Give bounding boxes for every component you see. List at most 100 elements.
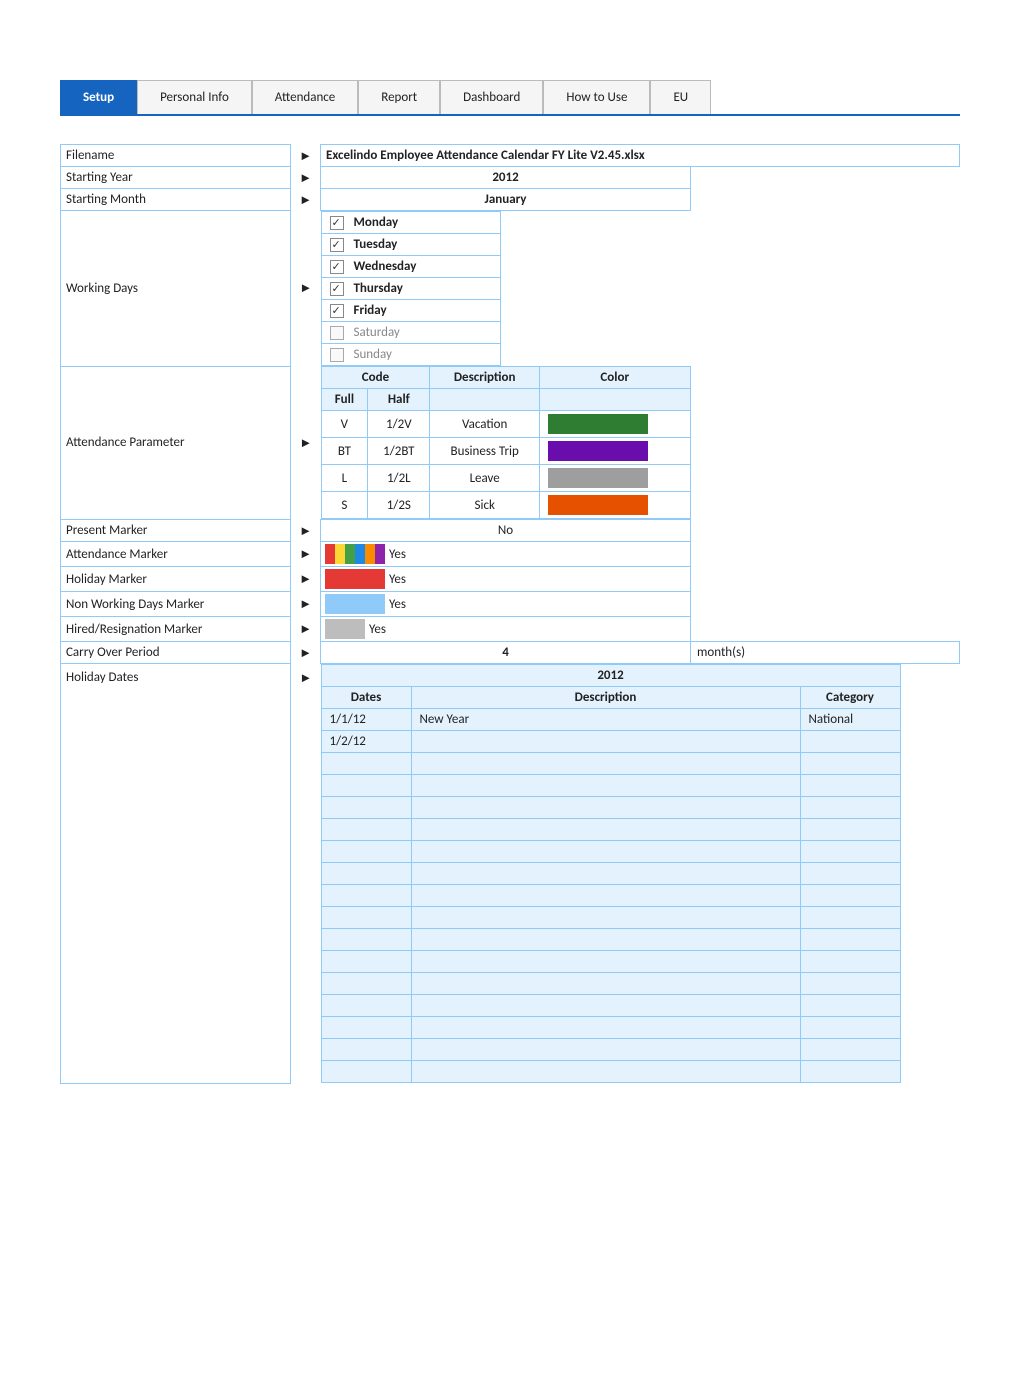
hired-marker-row: Hired/Resignation Marker ► Yes: [61, 617, 960, 642]
present-marker-arrow: ►: [291, 520, 321, 542]
filename-row: Filename ► Excelindo Employee Attendance…: [61, 145, 960, 167]
holiday-date-2[interactable]: 1/2/12: [321, 731, 411, 753]
holiday-row-16: [321, 1039, 900, 1061]
monday-label: Monday: [350, 215, 399, 230]
working-day-tuesday[interactable]: Tuesday: [322, 234, 500, 256]
starting-month-value[interactable]: January: [321, 189, 691, 211]
hired-marker-color: [325, 619, 365, 639]
wednesday-label: Wednesday: [350, 259, 417, 274]
thursday-checkbox[interactable]: [330, 282, 344, 296]
carry-over-num[interactable]: 4: [321, 642, 691, 664]
tab-bar: Setup Personal Info Attendance Report Da…: [60, 80, 960, 116]
attendance-marker-label: Attendance Marker: [61, 542, 291, 567]
filename-label: Filename: [61, 145, 291, 167]
holiday-row-3: [321, 753, 900, 775]
wednesday-checkbox[interactable]: [330, 260, 344, 274]
nonworking-marker-color: [325, 594, 385, 614]
saturday-label: Saturday: [350, 325, 400, 340]
att-param-vacation: V 1/2V Vacation: [321, 411, 690, 438]
leave-full: L: [321, 465, 368, 492]
carry-over-unit: month(s): [691, 642, 960, 664]
att-param-desc-header: Description: [430, 367, 540, 389]
holiday-marker-label: Holiday Marker: [61, 567, 291, 592]
holiday-row-8: [321, 863, 900, 885]
tab-dashboard[interactable]: Dashboard: [440, 80, 543, 114]
sunday-checkbox[interactable]: [330, 348, 344, 362]
holiday-cat-1[interactable]: National: [800, 709, 900, 731]
friday-checkbox[interactable]: [330, 304, 344, 318]
holiday-row-7: [321, 841, 900, 863]
starting-year-row: Starting Year ► 2012: [61, 167, 960, 189]
holiday-marker-arrow: ►: [291, 567, 321, 592]
present-marker-row: Present Marker ► No: [61, 520, 960, 542]
nonworking-marker-value-cell: Yes: [321, 592, 691, 617]
holiday-row-13: [321, 973, 900, 995]
holiday-desc-header: Description: [411, 687, 800, 709]
holiday-marker-value-cell: Yes: [321, 567, 691, 592]
attendance-marker-value-cell: Yes: [321, 542, 691, 567]
tab-how-to-use[interactable]: How to Use: [543, 80, 650, 114]
mc-purple: [375, 544, 385, 564]
carry-over-row: Carry Over Period ► 4 month(s): [61, 642, 960, 664]
holiday-row-17: [321, 1061, 900, 1083]
holiday-date-1[interactable]: 1/1/12: [321, 709, 411, 731]
sick-half: 1/2S: [368, 492, 430, 519]
present-marker-label: Present Marker: [61, 520, 291, 542]
attendance-marker-yes: Yes: [389, 547, 406, 562]
att-param-business-trip: BT 1/2BT Business Trip: [321, 438, 690, 465]
tuesday-checkbox[interactable]: [330, 238, 344, 252]
working-day-saturday[interactable]: Saturday: [322, 322, 500, 344]
bt-desc: Business Trip: [430, 438, 540, 465]
tab-setup[interactable]: Setup: [60, 80, 137, 114]
hired-marker-yes: Yes: [369, 622, 386, 637]
att-param-header: Code Description Color: [321, 367, 690, 389]
sick-full: S: [321, 492, 368, 519]
holiday-marker-row: Holiday Marker ► Yes: [61, 567, 960, 592]
vacation-full: V: [321, 411, 368, 438]
holiday-row-5: [321, 797, 900, 819]
working-day-sunday[interactable]: Sunday: [322, 344, 500, 365]
present-marker-value: No: [321, 520, 691, 542]
friday-label: Friday: [350, 303, 387, 318]
att-param-arrow: ►: [291, 366, 321, 520]
att-param-color-header: Color: [540, 367, 691, 389]
starting-month-row: Starting Month ► January: [61, 189, 960, 211]
holiday-cat-header: Category: [800, 687, 900, 709]
holiday-dates-arrow: ►: [291, 664, 321, 1084]
nonworking-marker-label: Non Working Days Marker: [61, 592, 291, 617]
working-days-arrow: ►: [291, 211, 321, 367]
holiday-desc-1[interactable]: New Year: [411, 709, 800, 731]
leave-desc: Leave: [430, 465, 540, 492]
attendance-marker-arrow: ►: [291, 542, 321, 567]
holiday-row-14: [321, 995, 900, 1017]
setup-table: Filename ► Excelindo Employee Attendance…: [60, 144, 960, 1084]
hired-marker-value-cell: Yes: [321, 617, 691, 642]
holiday-dates-header: Dates: [321, 687, 411, 709]
holiday-row-10: [321, 907, 900, 929]
holiday-row-2: 1/2/12: [321, 731, 900, 753]
carry-over-label: Carry Over Period: [61, 642, 291, 664]
holiday-desc-2[interactable]: [411, 731, 800, 753]
tab-eu[interactable]: EU: [650, 80, 711, 114]
filename-value: Excelindo Employee Attendance Calendar F…: [321, 145, 960, 167]
tab-personal-info[interactable]: Personal Info: [137, 80, 252, 114]
bt-color: [540, 438, 691, 465]
leave-color: [540, 465, 691, 492]
monday-checkbox[interactable]: [330, 216, 344, 230]
holiday-row-12: [321, 951, 900, 973]
leave-half: 1/2L: [368, 465, 430, 492]
tab-attendance[interactable]: Attendance: [252, 80, 358, 114]
working-day-monday[interactable]: Monday: [322, 212, 500, 234]
saturday-checkbox[interactable]: [330, 326, 344, 340]
bt-full: BT: [321, 438, 368, 465]
holiday-cat-2[interactable]: [800, 731, 900, 753]
nonworking-marker-row: Non Working Days Marker ► Yes: [61, 592, 960, 617]
working-day-wednesday[interactable]: Wednesday: [322, 256, 500, 278]
nonworking-marker-yes: Yes: [389, 597, 406, 612]
mc-orange: [365, 544, 375, 564]
starting-year-value[interactable]: 2012: [321, 167, 691, 189]
working-day-friday[interactable]: Friday: [322, 300, 500, 322]
working-day-thursday[interactable]: Thursday: [322, 278, 500, 300]
tab-report[interactable]: Report: [358, 80, 440, 114]
sick-desc: Sick: [430, 492, 540, 519]
